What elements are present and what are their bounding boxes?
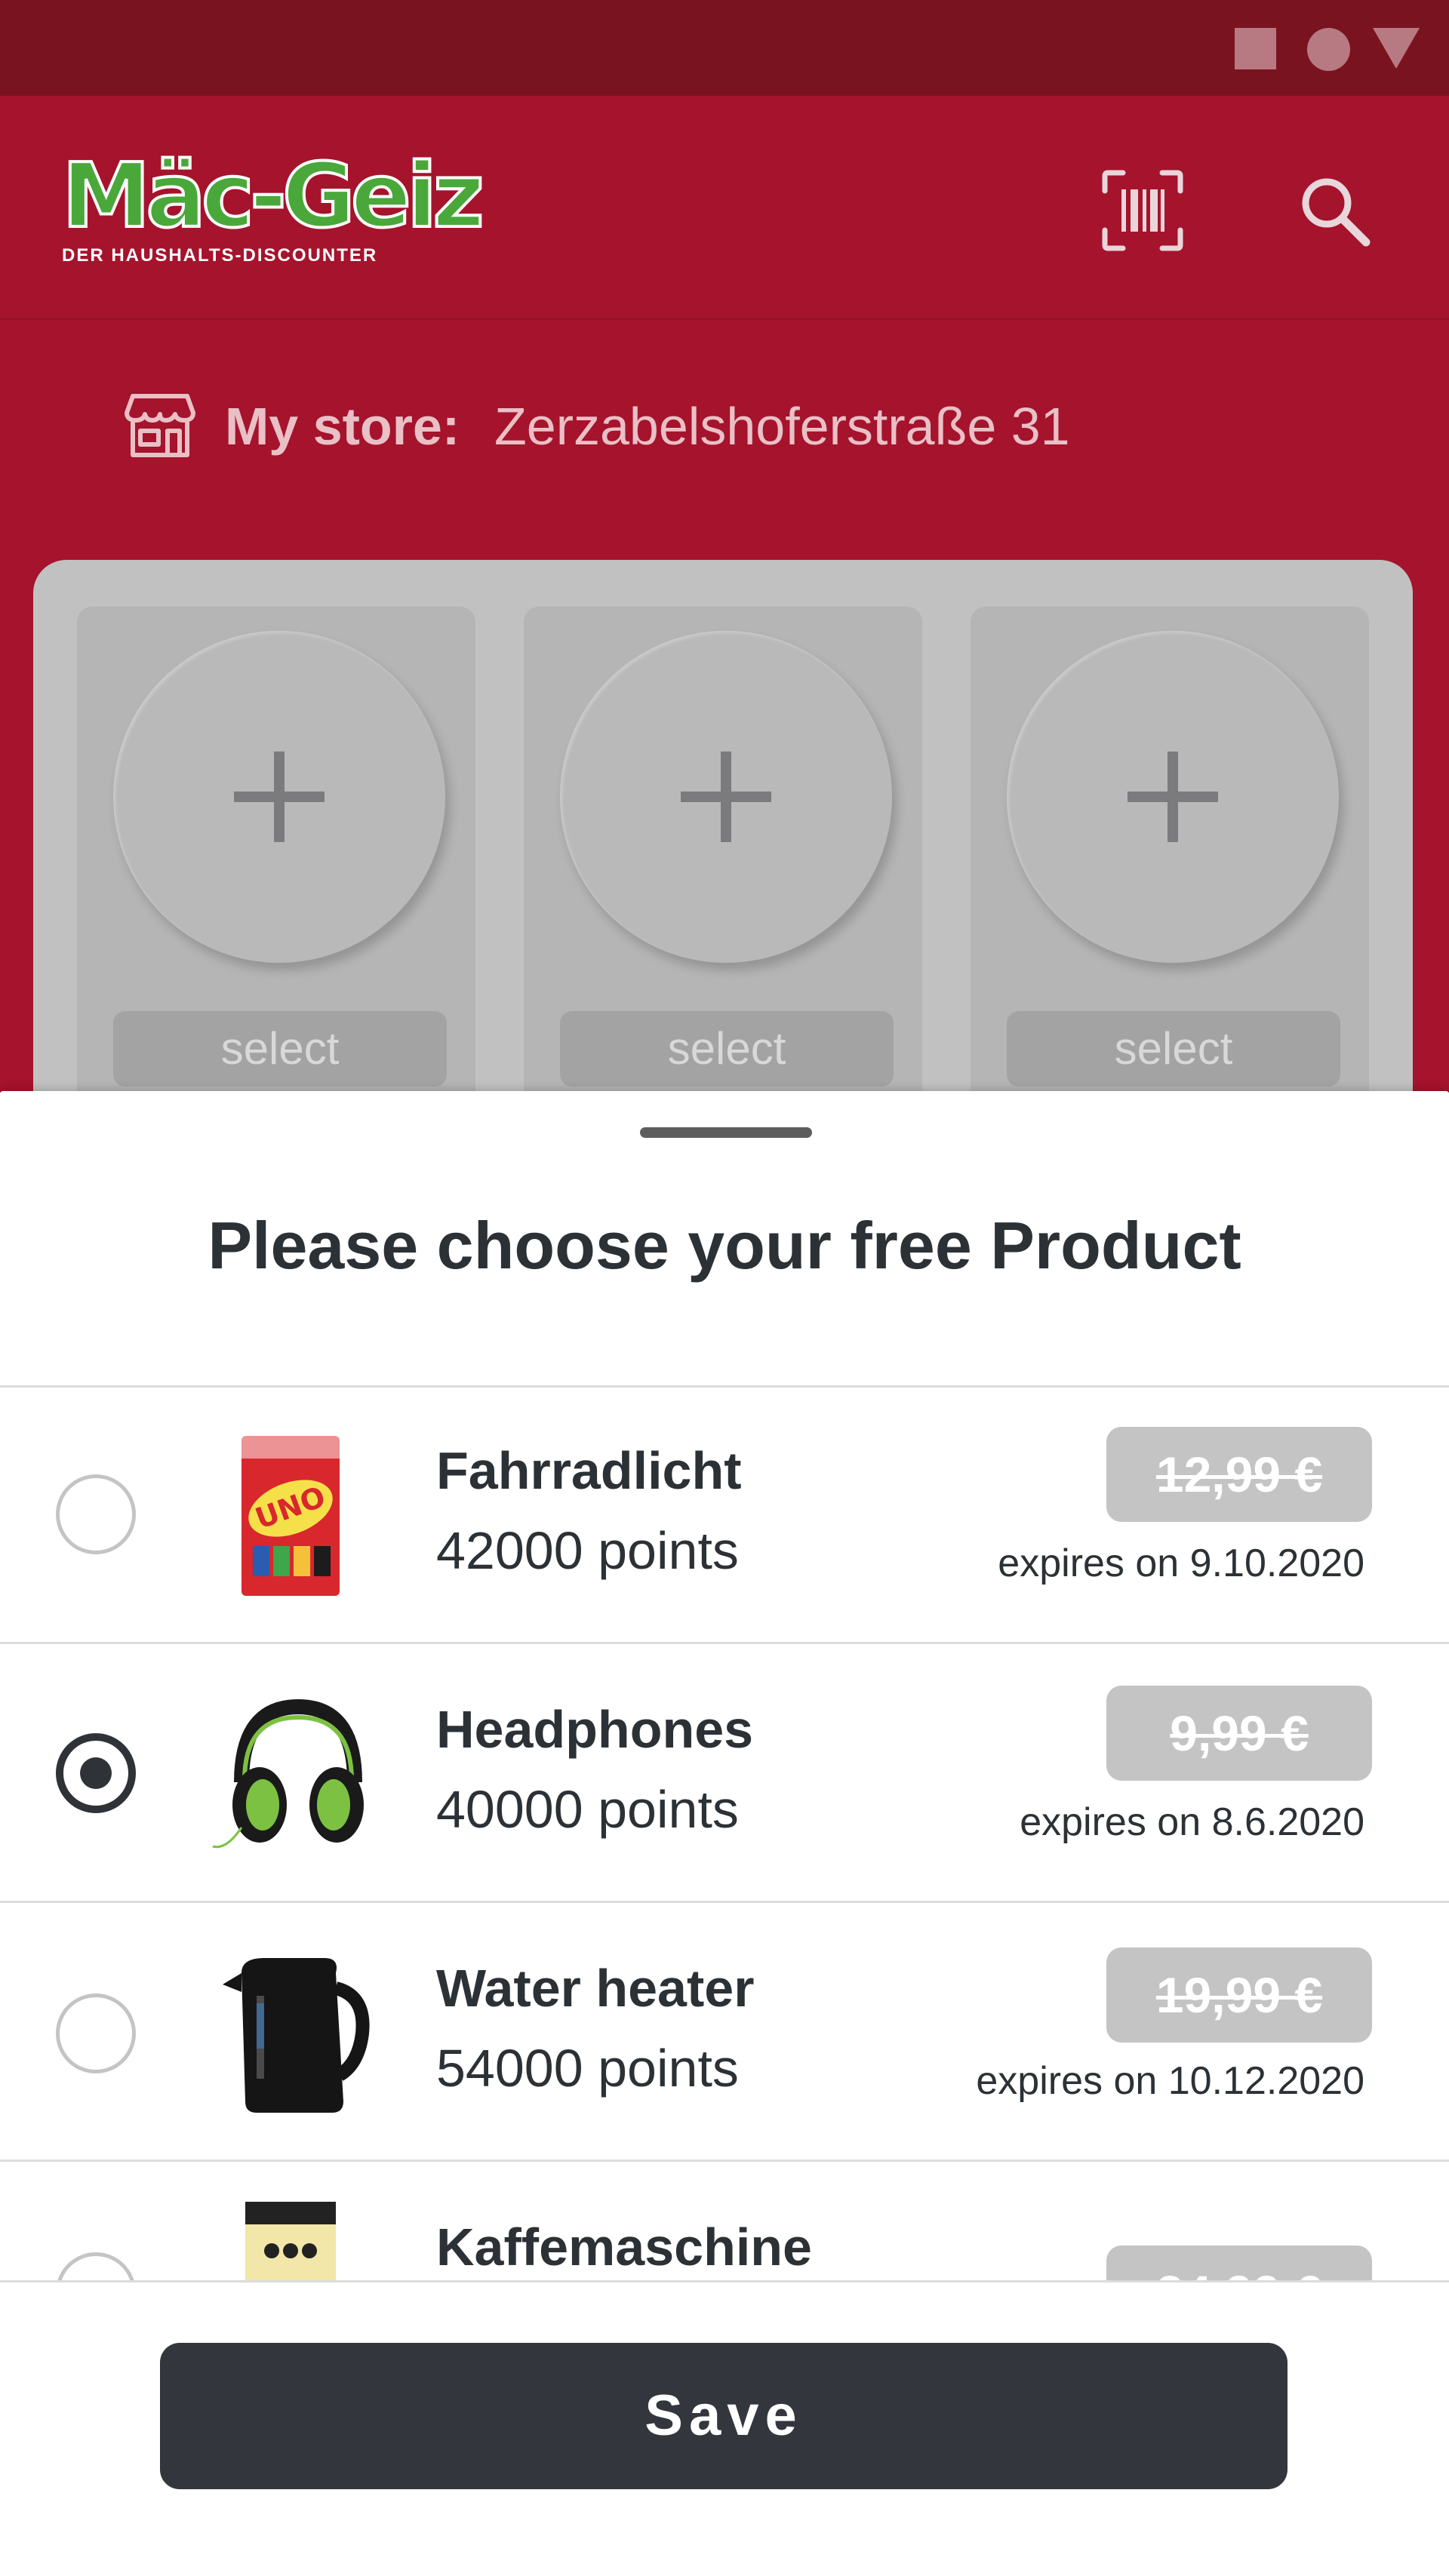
choose-product-sheet: Please choose your free Product UNO Fahr… [0,1091,1449,2576]
product-name: Kaffemaschine [436,2218,812,2276]
product-price: 24,99 € [1106,2246,1372,2280]
sheet-footer: Save [0,2280,1449,2576]
product-expiry: expires on 10.12.2020 [976,2059,1364,2103]
store-name: Zerzabelshoferstraße 31 [494,397,1070,456]
product-name: Fahrradlicht [436,1441,742,1500]
product-expiry: expires on 9.10.2020 [998,1542,1364,1585]
barcode-scanner-button[interactable] [1097,165,1188,256]
add-product-button[interactable] [560,631,892,963]
uno-cards-image: UNO [242,1436,340,1596]
product-row[interactable]: Water heater 54000 points 19,99 € expire… [0,1905,1449,2162]
search-icon [1302,178,1371,247]
store-label: My store: [225,397,460,456]
product-price: 19,99 € [1106,1947,1372,2043]
reward-slot-3[interactable]: select [971,607,1369,1093]
product-row[interactable]: Headphones 40000 points 9,99 € expires o… [0,1646,1449,1903]
logo-subtitle: DER HAUSHALTS-DISCOUNTER [62,245,378,266]
sheet-drag-handle[interactable] [640,1127,812,1138]
add-product-button[interactable] [1007,631,1339,963]
status-bar [0,0,1449,96]
circle-icon [1307,28,1350,71]
plus-icon [681,752,771,842]
headphones-image [212,1698,364,1849]
reward-slot-2[interactable]: select [524,607,922,1093]
product-row[interactable]: UNO Fahrradlicht 42000 points 12,99 € ex… [0,1388,1449,1644]
store-icon [125,394,195,457]
my-store-row[interactable]: My store: Zerzabelshoferstraße 31 [0,320,1449,557]
sheet-title: Please choose your free Product [208,1208,1241,1283]
product-radio[interactable] [56,1993,136,2073]
reward-slot-1[interactable]: select [77,607,475,1093]
kettle-image [223,1958,370,2113]
product-list[interactable]: UNO Fahrradlicht 42000 points 12,99 € ex… [0,1385,1449,2280]
triangle-icon [1373,28,1420,69]
product-expiry: expires on 8.6.2020 [1020,1800,1364,1844]
logo: Mäc-Geiz DER HAUSHALTS-DISCOUNTER [60,143,486,266]
select-button[interactable]: select [560,1011,894,1087]
square-icon [1235,28,1276,69]
select-button[interactable]: select [1007,1011,1340,1087]
plus-icon [1128,752,1218,842]
product-points: 40000 points [436,1780,739,1839]
search-button[interactable] [1289,165,1380,256]
plus-icon [234,752,325,842]
barcode-scanner-icon [1102,170,1183,251]
coffee-machine-image [245,2202,336,2280]
product-row[interactable]: Kaffemaschine 24,99 € [0,2164,1449,2280]
product-radio-checked[interactable] [56,1733,136,1813]
add-product-button[interactable] [113,631,445,963]
product-radio[interactable] [56,1474,136,1554]
product-price: 9,99 € [1106,1686,1372,1781]
product-radio[interactable] [56,2252,136,2280]
product-name: Headphones [436,1700,754,1759]
product-name: Water heater [436,1959,755,2018]
product-points: 42000 points [436,1521,739,1580]
save-button[interactable]: Save [160,2343,1287,2489]
product-price: 12,99 € [1106,1427,1372,1522]
app-header: Mäc-Geiz DER HAUSHALTS-DISCOUNTER [0,96,1449,320]
reward-slots-card: select select select [33,560,1413,1093]
product-points: 54000 points [436,2039,739,2098]
select-button[interactable]: select [113,1011,447,1087]
logo-text: Mäc-Geiz [60,143,486,247]
